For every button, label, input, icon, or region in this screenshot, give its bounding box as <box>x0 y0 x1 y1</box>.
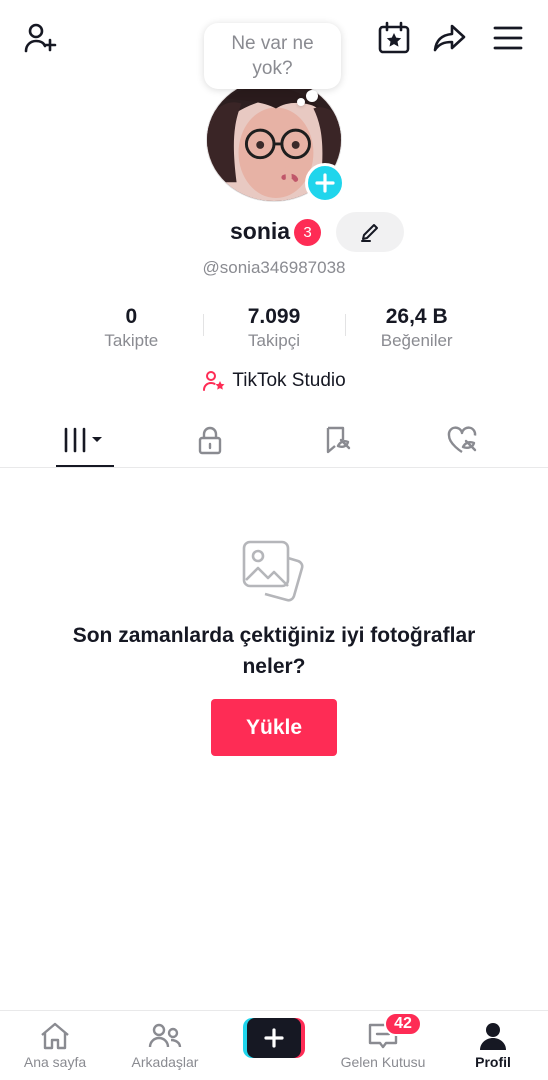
calendar-star-icon[interactable] <box>374 18 414 58</box>
friends-icon <box>148 1023 182 1048</box>
stat-value: 7.099 <box>247 305 301 328</box>
photo-icon <box>240 538 306 604</box>
grid-icon <box>63 427 102 453</box>
upload-button[interactable]: Yükle <box>211 699 337 756</box>
stat-value: 26,4 B <box>385 305 448 328</box>
edit-profile-button[interactable] <box>336 212 404 252</box>
status-bubble[interactable]: Ne var ne yok? <box>204 23 341 89</box>
heart-icon <box>447 426 477 454</box>
user-handle: @sonia346987038 <box>202 258 346 277</box>
add-friend-icon[interactable] <box>20 18 60 58</box>
nav-profile[interactable]: Profil <box>438 1011 548 1080</box>
add-avatar-button[interactable] <box>305 163 345 203</box>
username: sonia <box>230 218 291 244</box>
stat-following[interactable]: 0 Takipte <box>60 304 203 354</box>
lock-icon <box>198 426 222 455</box>
empty-state-message: Son zamanlarda çektiğiniz iyi fotoğrafla… <box>72 624 476 678</box>
share-arrow-icon[interactable] <box>430 18 470 58</box>
tiktok-studio-link[interactable]: TikTok Studio <box>0 369 548 393</box>
bubble-tail-dot-small <box>297 98 305 106</box>
content-tabs <box>0 414 548 468</box>
stats-row: 0 Takipte 7.099 Takipçi 26,4 B Beğeniler <box>60 304 488 354</box>
pencil-icon <box>361 224 378 242</box>
nav-home[interactable]: Ana sayfa <box>0 1011 110 1080</box>
bookmark-icon <box>326 426 351 454</box>
tab-videos[interactable] <box>44 414 124 467</box>
stat-value: 0 <box>125 305 138 328</box>
nav-label: Profil <box>475 1054 511 1070</box>
person-star-icon <box>203 371 225 391</box>
nav-label: Gelen Kutusu <box>340 1054 426 1070</box>
plus-icon <box>264 1028 284 1048</box>
stat-label: Beğeniler <box>380 331 453 350</box>
bubble-text: Ne var ne yok? <box>231 33 314 79</box>
stat-likes[interactable]: 26,4 B Beğeniler <box>345 304 488 354</box>
tab-saved[interactable] <box>298 414 378 466</box>
home-icon <box>41 1022 69 1050</box>
hamburger-menu-icon[interactable] <box>488 18 528 58</box>
plus-icon <box>315 173 335 193</box>
inbox-count-badge: 42 <box>384 1012 422 1036</box>
nav-label: Arkadaşlar <box>131 1054 199 1070</box>
studio-label: TikTok Studio <box>232 370 346 391</box>
bubble-tail-dot <box>306 90 318 102</box>
nav-label: Ana sayfa <box>23 1054 87 1070</box>
tab-liked[interactable] <box>422 414 502 466</box>
name-row: sonia <box>0 212 548 252</box>
nav-friends[interactable]: Arkadaşlar <box>110 1011 220 1080</box>
chevron-down-icon <box>92 437 102 442</box>
create-button[interactable] <box>243 1018 305 1058</box>
profile-icon <box>480 1023 506 1050</box>
stat-label: Takipte <box>104 331 159 350</box>
stat-label: Takipçi <box>248 331 300 350</box>
tab-private[interactable] <box>170 414 250 466</box>
notification-badge[interactable]: 3 <box>294 219 321 246</box>
stat-followers[interactable]: 7.099 Takipçi <box>202 304 346 354</box>
